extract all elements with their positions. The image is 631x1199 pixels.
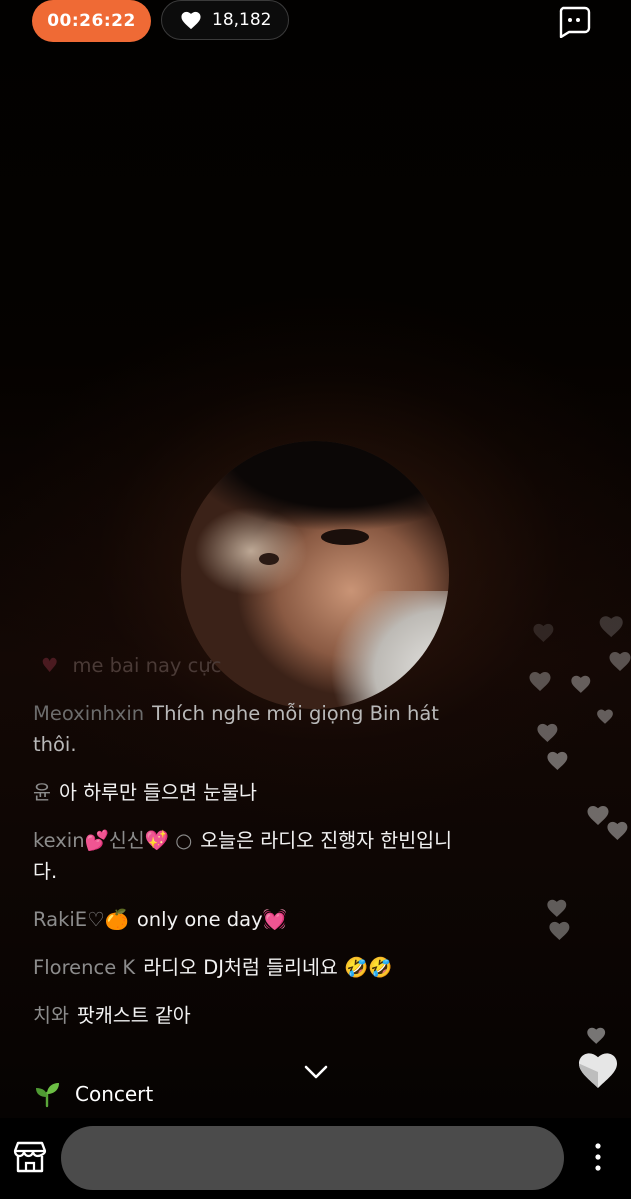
heart-icon	[549, 921, 570, 940]
chat-text: 아 하루만 들으면 눈물나	[58, 781, 257, 804]
heart-icon: ♥	[41, 654, 59, 677]
heart-icon	[547, 751, 568, 770]
chat-input[interactable]	[61, 1126, 564, 1190]
chat-message: 윤 아 하루만 들으면 눈물나	[33, 777, 453, 808]
chat-username: Meoxinhxin	[33, 702, 145, 725]
store-icon[interactable]	[12, 1139, 48, 1175]
concert-label: Concert	[75, 1082, 154, 1106]
chat-message: Meoxinhxin Thích nghe mỗi giọng Bin hát t…	[33, 698, 453, 760]
chat-username: 윤	[33, 781, 51, 804]
sprout-icon	[36, 1083, 59, 1108]
heart-icon	[181, 11, 201, 30]
chat-message: 치와 팟캐스트 같아	[33, 1000, 453, 1031]
more-vertical-icon[interactable]	[588, 1140, 608, 1174]
chat-username: kexin💕신신💖 ○	[33, 829, 193, 852]
chat-username: RakiE♡🍊	[33, 908, 129, 931]
heart-icon	[587, 1027, 606, 1044]
heart-icon	[533, 623, 554, 642]
chat-message: ♥ me bai nay cực	[33, 650, 453, 681]
heart-icon	[599, 616, 623, 638]
heart-icon	[537, 723, 558, 742]
chat-text: 팟캐스트 같아	[76, 1004, 191, 1027]
chat-message: RakiE♡🍊 only one day💓	[33, 904, 453, 935]
concert-item[interactable]: Concert	[33, 1080, 153, 1108]
chat-username: 치와	[33, 1004, 69, 1027]
chat-bubble-icon[interactable]	[557, 6, 591, 38]
chat-text: me bai nay cực	[72, 654, 222, 677]
like-heart-button[interactable]	[576, 1050, 620, 1090]
heart-icon	[609, 652, 631, 671]
chevron-down-icon[interactable]	[302, 1062, 330, 1082]
chat-username: Florence K	[33, 956, 136, 979]
likes-counter[interactable]: 18,182	[161, 0, 289, 40]
heart-icon	[597, 709, 613, 724]
likes-count: 18,182	[212, 10, 272, 30]
live-timer: 00:26:22	[32, 0, 151, 42]
top-bar: 00:26:22 18,182	[0, 0, 631, 50]
heart-icon	[571, 675, 591, 693]
chat-text: only one day💓	[136, 908, 287, 931]
floating-hearts	[529, 616, 631, 1044]
heart-icon	[529, 672, 551, 691]
chat-message: Florence K 라디오 DJ처럼 들리네요 🤣🤣	[33, 952, 453, 983]
heart-icon	[607, 821, 628, 840]
chat-text: 라디오 DJ처럼 들리네요 🤣🤣	[143, 956, 393, 979]
heart-icon	[547, 899, 567, 917]
chat-feed: ♥ me bai nay cực Meoxinhxin Thích nghe mỗi…	[33, 650, 453, 1048]
heart-icon	[587, 806, 609, 825]
chat-message: kexin💕신신💖 ○ 오늘은 라디오 진행자 한빈입니다.	[33, 825, 453, 887]
